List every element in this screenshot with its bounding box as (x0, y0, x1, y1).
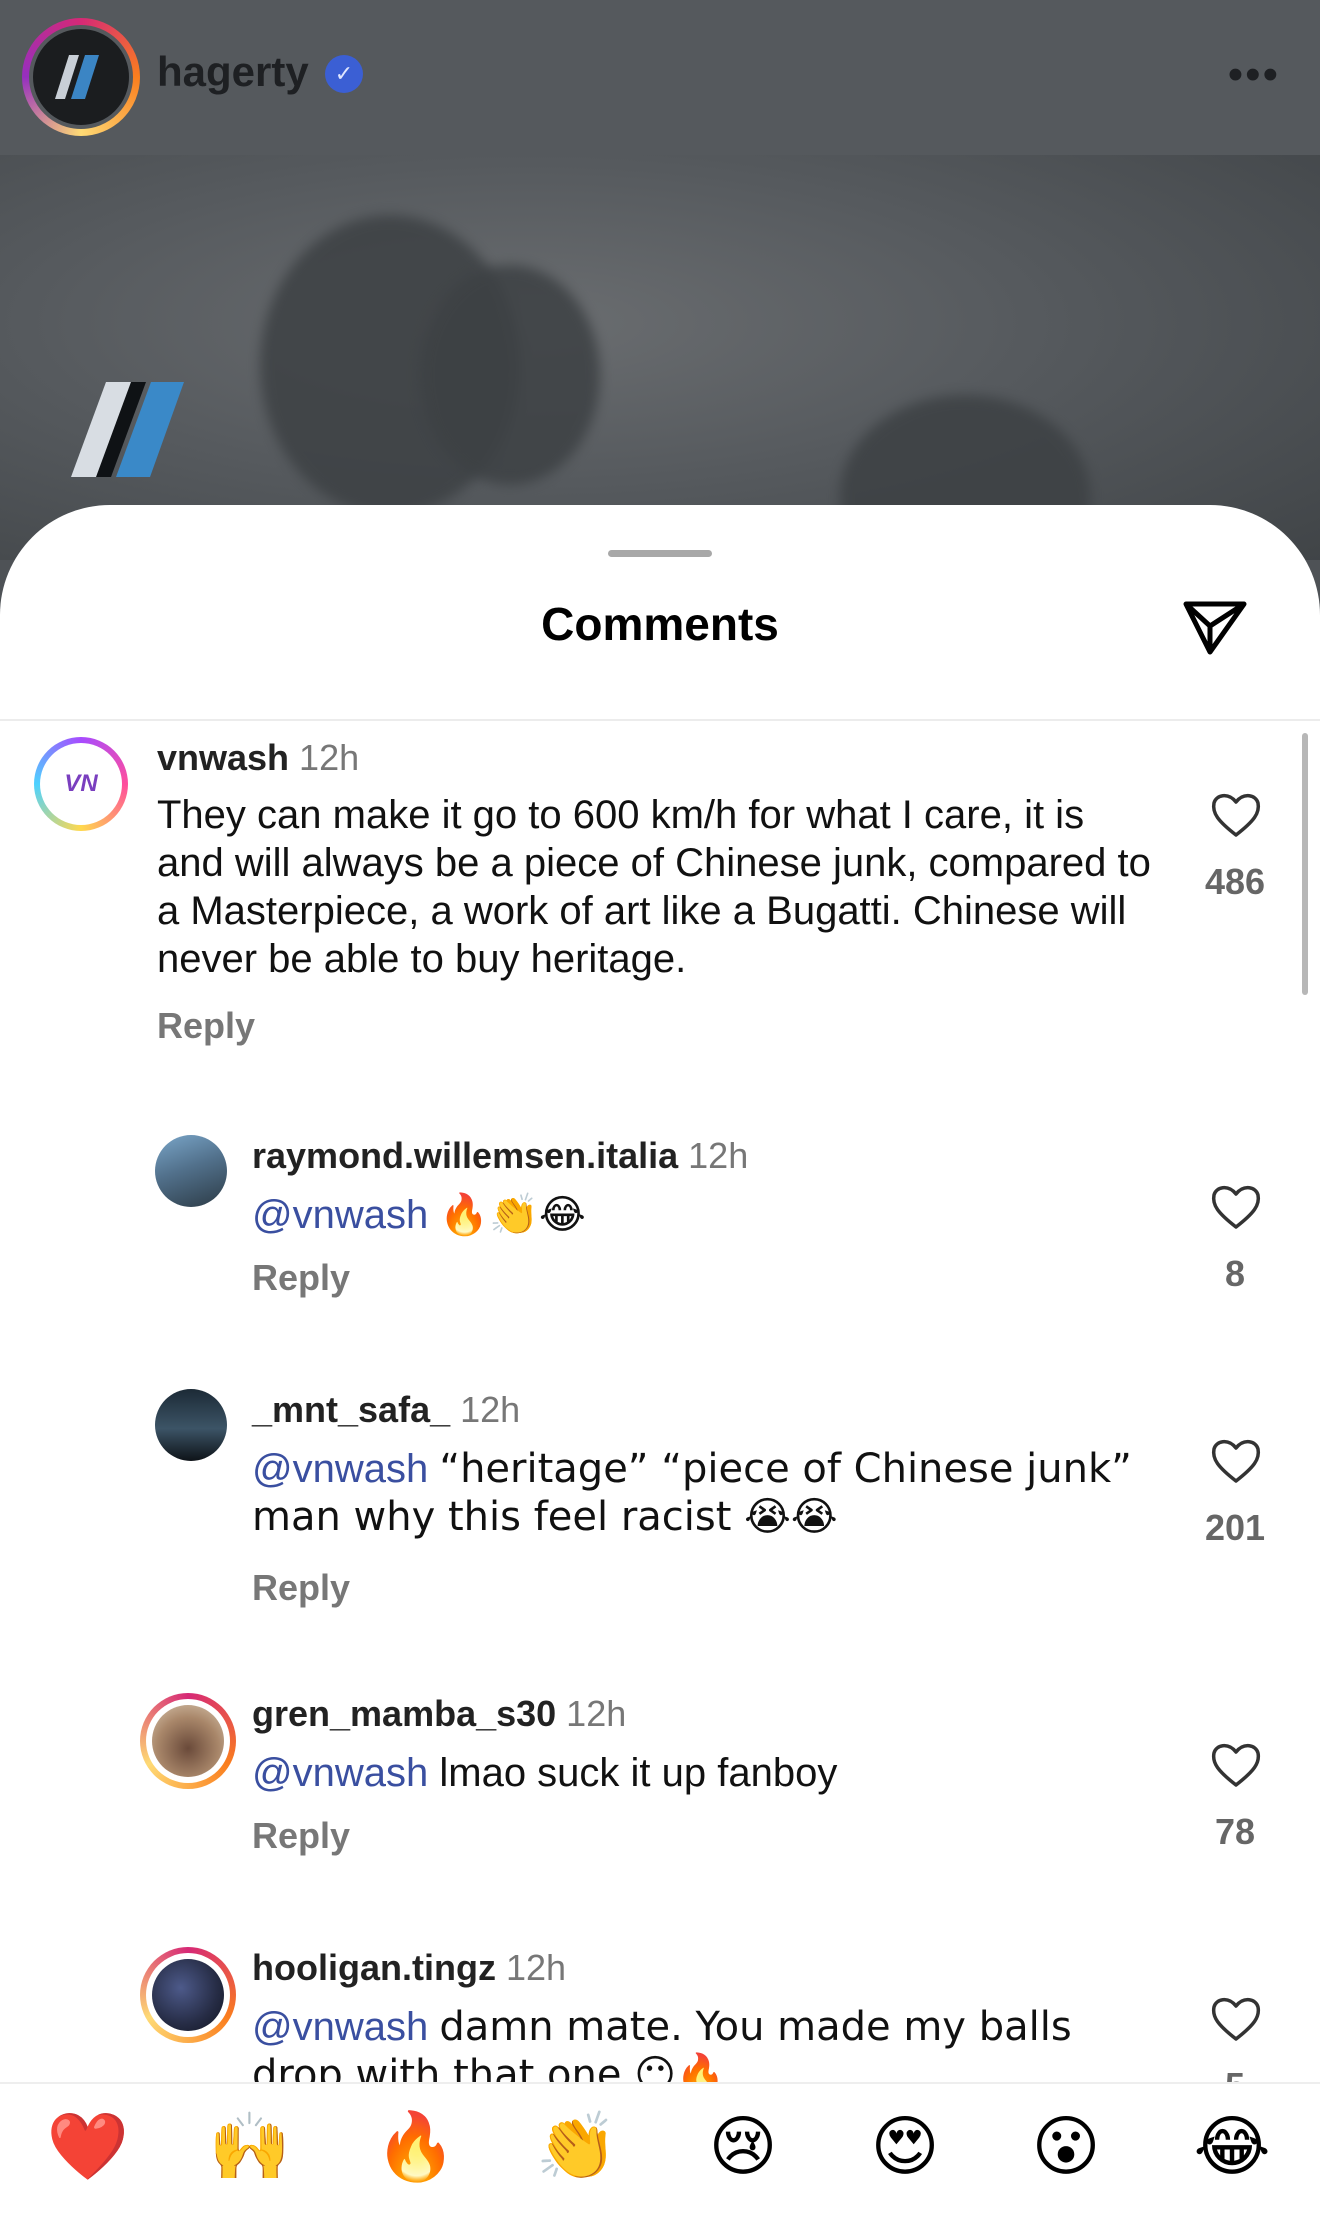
mention-link[interactable]: @vnwash (252, 1751, 428, 1795)
post-username[interactable]: hagerty (157, 48, 309, 96)
comment-text: @vnwash lmao suck it up fanboy (252, 1751, 838, 1795)
avatar[interactable] (155, 1389, 227, 1461)
reaction-heart-icon[interactable]: ❤️ (43, 2102, 133, 2192)
like-count: 8 (1224, 1253, 1246, 1294)
comment-time: 12h (460, 1389, 521, 1430)
heart-icon[interactable] (1208, 1991, 1264, 2047)
post-image (0, 155, 1320, 560)
reply-button[interactable]: Reply (157, 1005, 255, 1047)
reaction-crying-icon[interactable]: 😢 (698, 2102, 788, 2192)
heart-icon[interactable] (1208, 1179, 1264, 1235)
comment-username[interactable]: vnwash 12h (157, 737, 359, 779)
reaction-raised-hands-icon[interactable]: 🙌 (205, 2102, 295, 2192)
post-avatar[interactable] (22, 18, 140, 136)
comment-time: 12h (566, 1693, 627, 1734)
reaction-fire-icon[interactable]: 🔥 (371, 2102, 461, 2192)
comment-username[interactable]: _mnt_safa_ 12h (252, 1389, 520, 1431)
heart-icon[interactable] (1208, 1737, 1264, 1793)
comments-sheet: Comments VN vnwash 12h They can make it g… (0, 505, 1320, 2214)
sheet-grabber[interactable] (608, 550, 712, 557)
like-count: 486 (1204, 861, 1266, 902)
comment-username[interactable]: raymond.willemsen.italia 12h (252, 1135, 748, 1177)
post-header: hagerty ✓ ••• (0, 0, 1320, 155)
reaction-surprised-icon[interactable]: 😮 (1021, 2102, 1111, 2192)
send-icon[interactable] (1180, 590, 1250, 660)
reaction-laughing-icon[interactable]: 😂 (1187, 2102, 1277, 2192)
reaction-clap-icon[interactable]: 👏 (532, 2102, 622, 2192)
sheet-title: Comments (541, 598, 779, 650)
quick-reaction-bar: ❤️ 🙌 🔥 👏 😢 😍 😮 😂 (0, 2082, 1320, 2216)
heart-icon[interactable] (1208, 787, 1264, 843)
mention-link[interactable]: @vnwash (252, 1193, 428, 1237)
comment-text: @vnwash “heritage” “piece of Chinese jun… (252, 1446, 1132, 1540)
header-divider (0, 719, 1320, 721)
avatar[interactable] (140, 1947, 236, 2043)
reply-button[interactable]: Reply (252, 1257, 350, 1299)
mention-link[interactable]: @vnwash (252, 2005, 428, 2049)
mention-link[interactable]: @vnwash (252, 1447, 428, 1491)
post-background: hagerty ✓ ••• (0, 0, 1320, 560)
comment-username[interactable]: hooligan.tingz 12h (252, 1947, 566, 1989)
reaction-heart-eyes-icon[interactable]: 😍 (860, 2102, 950, 2192)
hagerty-logo-icon (71, 382, 184, 477)
comment-time: 12h (688, 1135, 749, 1176)
comment-username[interactable]: gren_mamba_s30 12h (252, 1693, 626, 1735)
avatar[interactable] (140, 1693, 236, 1789)
comment-text: They can make it go to 600 km/h for what… (157, 793, 1151, 981)
verified-badge-icon: ✓ (325, 55, 363, 93)
heart-icon[interactable] (1208, 1433, 1264, 1489)
scrollbar[interactable] (1302, 733, 1308, 995)
reply-button[interactable]: Reply (252, 1567, 350, 1609)
avatar[interactable]: VN (34, 737, 128, 831)
like-count: 201 (1204, 1507, 1266, 1548)
reply-button[interactable]: Reply (252, 1815, 350, 1857)
comment-text: @vnwash 🔥👏😂 (252, 1192, 586, 1238)
avatar[interactable] (155, 1135, 227, 1207)
more-options-icon[interactable]: ••• (1228, 50, 1280, 100)
like-count: 78 (1214, 1811, 1256, 1852)
comment-time: 12h (505, 1947, 567, 1988)
comment-time: 12h (299, 737, 360, 778)
